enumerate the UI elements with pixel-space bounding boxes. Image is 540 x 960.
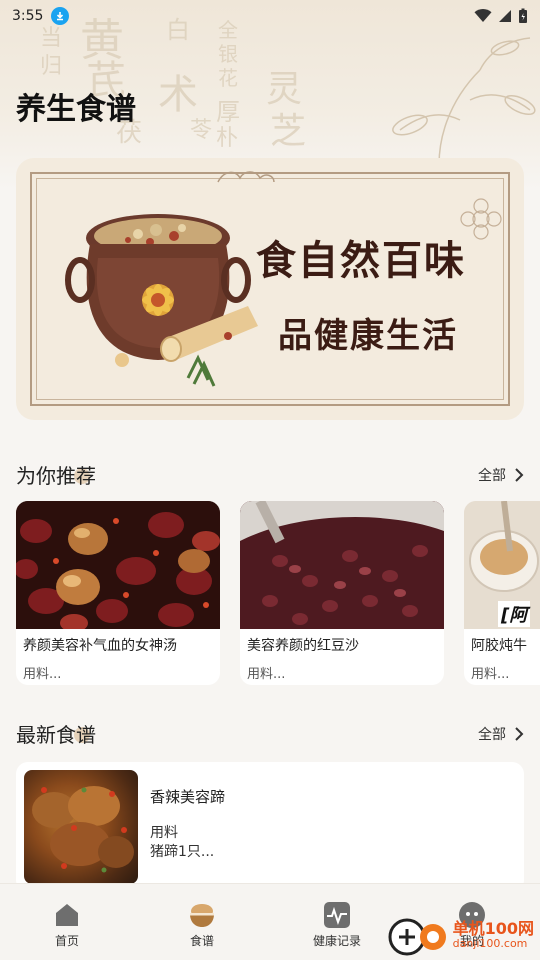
nav-label-recipes: 食谱 [189, 934, 214, 948]
latest-title-text: 最新食谱 [16, 723, 96, 747]
bowl-icon [190, 904, 214, 927]
nav-label-health-records: 健康记录 [312, 934, 361, 948]
watermark: 单机100网 danji100.com [387, 912, 534, 958]
banner-slogan-line1: 食自然百味 [256, 237, 466, 284]
nav-item-home[interactable]: 首页 [17, 884, 117, 960]
recommend-title-text: 为你推荐 [16, 464, 96, 488]
image-overlay-text: [阿 [498, 601, 531, 627]
watermark-url: danji100.com [452, 937, 528, 951]
signal-icon [499, 10, 511, 22]
deco-glyph: 归 [40, 54, 63, 79]
wifi-icon [474, 9, 492, 22]
status-time: 3:55 [12, 8, 44, 24]
recipe-image [16, 501, 220, 629]
deco-glyph: 花 [218, 66, 238, 90]
recommend-card[interactable]: 养颜美容补气血的女神汤 用料... [16, 501, 220, 685]
status-bar: 3:55 [0, 0, 540, 32]
recommend-section-header: 为你推荐 全部 [16, 460, 524, 489]
recommend-card-title: 阿胶炖牛 [471, 638, 527, 654]
latest-recipe-ingredients: 猪蹄1只... [150, 844, 215, 860]
nav-item-recipes[interactable]: 食谱 [152, 884, 252, 960]
recommend-all-label: 全部 [478, 467, 506, 484]
chevron-right-icon [515, 467, 524, 482]
recommend-card-subtitle: 用料... [471, 667, 510, 682]
soup-pot-illustration [65, 214, 258, 387]
latest-recipe-title: 香辣美容蹄 [150, 788, 226, 806]
banner-slogan-line2: 品健康生活 [278, 316, 458, 356]
watermark-text: 单机100网 danji100.com [453, 920, 534, 951]
watermark-logo-icon [388, 918, 446, 956]
nav-label-home: 首页 [54, 934, 79, 948]
battery-icon [519, 8, 527, 23]
deco-glyph: 苓 [190, 118, 213, 143]
recipe-image [24, 770, 138, 884]
status-icons [474, 8, 528, 24]
recommend-card-subtitle: 用料... [23, 667, 62, 682]
recommend-card[interactable]: [阿 阿胶炖牛 用料... [464, 501, 540, 685]
cloud-decoration [217, 171, 275, 183]
chevron-right-icon [515, 726, 524, 741]
latest-section-header: 最新食谱 全部 [16, 719, 524, 748]
download-icon [51, 7, 70, 25]
deco-glyph: 芝 [270, 111, 307, 152]
recipe-image [240, 501, 444, 629]
recommend-card-subtitle: 用料... [247, 667, 286, 682]
recommend-all-link[interactable]: 全部 [478, 465, 524, 485]
latest-recipe-ingredients-label: 用料 [150, 825, 178, 841]
latest-all-label: 全部 [478, 726, 506, 743]
nav-item-health-records[interactable]: 健康记录 [287, 884, 387, 960]
recommend-card[interactable]: 美容养颜的红豆沙 用料... [240, 501, 444, 685]
banner[interactable]: 食自然百味 品健康生活 [16, 158, 524, 420]
watermark-brand: 单机100网 [452, 918, 534, 938]
latest-recipe-card[interactable]: 香辣美容蹄 用料 猪蹄1只... [16, 762, 524, 892]
page-title: 养生食谱 [16, 92, 136, 127]
recommend-card-title: 养颜美容补气血的女神汤 [23, 638, 177, 654]
recommend-card-title: 美容养颜的红豆沙 [247, 638, 359, 654]
flower-decoration [460, 198, 502, 240]
latest-all-link[interactable]: 全部 [478, 724, 524, 744]
deco-glyph: 朴 [216, 126, 239, 151]
latest-title: 最新食谱 [16, 719, 96, 748]
recommend-title: 为你推荐 [16, 460, 96, 489]
home-icon [56, 904, 78, 926]
recommend-list[interactable]: 养颜美容补气血的女神汤 用料... 美容养颜的红豆沙 用料... [阿 阿胶炖牛… [16, 501, 540, 685]
pulse-icon [324, 902, 350, 928]
recipe-image: [阿 [464, 501, 540, 629]
